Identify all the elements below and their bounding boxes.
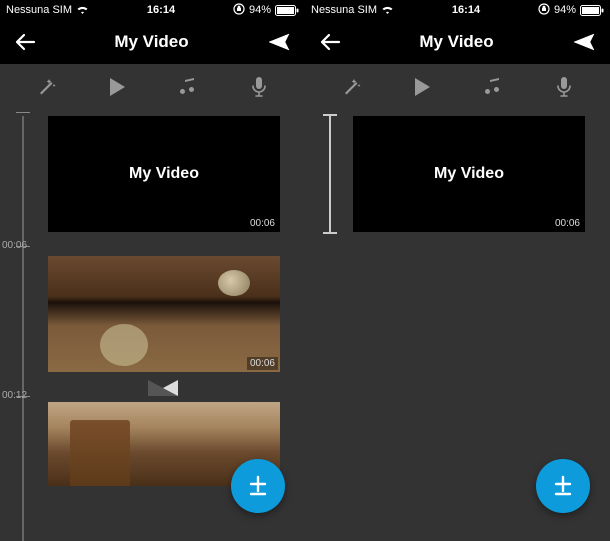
play-button[interactable]	[402, 67, 442, 107]
orientation-lock-icon	[233, 3, 245, 18]
send-button[interactable]	[572, 32, 596, 52]
music-button[interactable]	[168, 67, 208, 107]
voiceover-button[interactable]	[544, 67, 584, 107]
status-bar: Nessuna SIM 16:14 94%	[0, 0, 305, 20]
title-clip-text: My Video	[129, 165, 199, 183]
app-header: My Video	[305, 20, 610, 64]
title-clip-text: My Video	[434, 165, 504, 183]
transition-icon[interactable]	[148, 380, 178, 396]
video-clip-1[interactable]: 00:06	[48, 256, 280, 372]
time-label-2: 00:12	[2, 390, 27, 401]
clip-duration: 00:06	[247, 217, 278, 230]
play-button[interactable]	[97, 67, 137, 107]
clock: 16:14	[452, 4, 480, 16]
toolbar	[305, 64, 610, 110]
time-tick	[16, 112, 30, 113]
send-button[interactable]	[267, 32, 291, 52]
left-pane: Nessuna SIM 16:14 94% My Video	[0, 0, 305, 541]
trim-handle[interactable]	[323, 114, 333, 234]
time-label-1: 00:06	[2, 240, 27, 251]
right-pane: Nessuna SIM 16:14 94% My Video	[305, 0, 610, 541]
back-button[interactable]	[14, 33, 36, 51]
clip-duration: 00:06	[247, 357, 278, 370]
page-title: My Video	[114, 32, 188, 52]
battery-pct: 94%	[554, 4, 576, 16]
clip-duration: 00:06	[552, 217, 583, 230]
carrier-label: Nessuna SIM	[311, 4, 377, 16]
status-bar: Nessuna SIM 16:14 94%	[305, 0, 610, 20]
title-clip[interactable]: My Video 00:06	[48, 116, 280, 232]
carrier-label: Nessuna SIM	[6, 4, 72, 16]
battery-pct: 94%	[249, 4, 271, 16]
magic-wand-button[interactable]	[331, 67, 371, 107]
battery-icon	[275, 5, 299, 16]
music-button[interactable]	[473, 67, 513, 107]
title-clip[interactable]: My Video 00:06	[353, 116, 585, 232]
back-button[interactable]	[319, 33, 341, 51]
voiceover-button[interactable]	[239, 67, 279, 107]
wifi-icon	[381, 5, 394, 15]
page-title: My Video	[419, 32, 493, 52]
clock: 16:14	[147, 4, 175, 16]
orientation-lock-icon	[538, 3, 550, 18]
app-header: My Video	[0, 20, 305, 64]
add-button[interactable]	[536, 459, 590, 513]
time-track	[22, 116, 24, 541]
wifi-icon	[76, 5, 89, 15]
magic-wand-button[interactable]	[26, 67, 66, 107]
add-button[interactable]	[231, 459, 285, 513]
toolbar	[0, 64, 305, 110]
battery-icon	[580, 5, 604, 16]
